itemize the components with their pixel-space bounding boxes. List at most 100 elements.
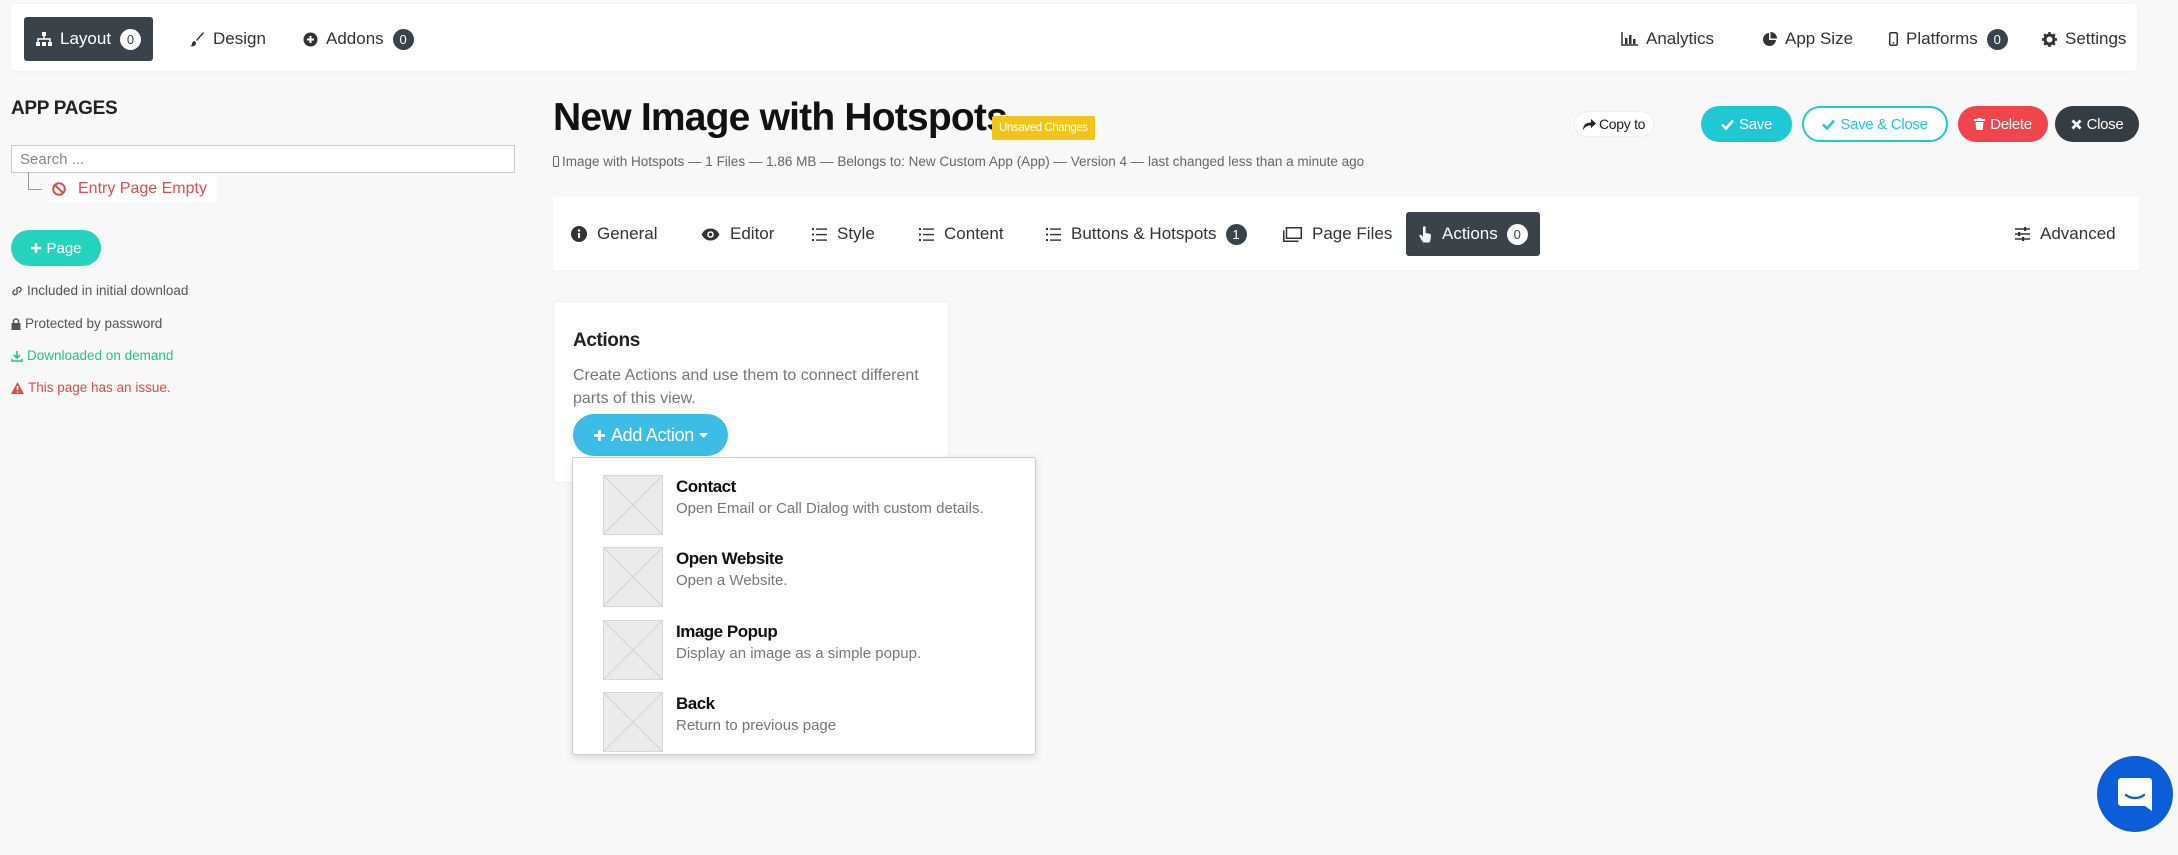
nav-settings-label: Settings: [2065, 29, 2127, 48]
close-button[interactable]: Close: [2055, 106, 2139, 142]
actions-count-badge: 0: [1506, 223, 1528, 245]
sitemap-icon: [36, 31, 52, 46]
download-icon: [11, 350, 23, 362]
tab-advanced-label: Advanced: [2040, 224, 2116, 243]
option-description: Open a Website.: [676, 572, 788, 589]
add-action-label: Add Action: [610, 424, 695, 445]
warning-icon: [11, 381, 24, 394]
tab-actions-label: Actions: [1442, 224, 1498, 243]
info-icon: [571, 226, 587, 242]
list-icon: [919, 227, 934, 241]
add-page-label: Page: [46, 239, 82, 257]
page-meta-info: Image with Hotspots — 1 Files — 1.86 MB …: [553, 154, 1364, 169]
tab-page-files[interactable]: Page Files: [1271, 212, 1404, 256]
app-pages-heading: APP PAGES: [11, 98, 118, 119]
action-option-back[interactable]: Back Return to previous page: [573, 683, 1035, 755]
gear-icon: [2042, 31, 2057, 47]
delete-button[interactable]: Delete: [1958, 106, 2048, 142]
save-and-close-button[interactable]: Save & Close: [1802, 106, 1948, 142]
trash-icon: [1974, 118, 1986, 130]
close-icon: [2071, 119, 2082, 129]
tab-content[interactable]: Content: [907, 212, 1016, 256]
save-label: Save: [1739, 115, 1772, 133]
page-tab-bar: General Editor Style Content Buttons & H…: [553, 197, 2139, 270]
tab-editor[interactable]: Editor: [689, 212, 786, 256]
nav-design[interactable]: Design: [178, 17, 278, 61]
nav-app-size-label: App Size: [1785, 29, 1854, 48]
actions-panel-description: Create Actions and use them to connect d…: [573, 367, 919, 407]
tab-style[interactable]: Style: [800, 212, 887, 256]
nav-addons-label: Addons: [326, 29, 384, 48]
tab-editor-label: Editor: [730, 224, 775, 243]
entry-page-item[interactable]: Entry Page Empty: [48, 176, 217, 202]
add-action-dropdown-button[interactable]: Add Action: [573, 414, 728, 456]
copy-to-button[interactable]: Copy to: [1574, 111, 1655, 137]
option-description: Return to previous page: [676, 717, 837, 734]
addons-count-badge: 0: [392, 28, 414, 50]
share-icon: [1583, 118, 1596, 130]
chat-icon: [2118, 778, 2152, 811]
save-and-close-label: Save & Close: [1840, 115, 1928, 133]
sliders-icon: [2015, 227, 2030, 241]
close-label: Close: [2086, 115, 2124, 133]
nav-analytics[interactable]: Analytics: [1609, 17, 1726, 61]
option-title: Open Website: [676, 549, 784, 568]
tab-general-label: General: [597, 224, 658, 243]
save-button[interactable]: Save: [1701, 106, 1792, 142]
legend-issue-text: This page has an issue.: [28, 380, 171, 395]
action-option-contact[interactable]: Contact Open Email or Call Dialog with c…: [573, 466, 1035, 538]
nav-layout[interactable]: Layout 0: [24, 17, 154, 61]
platforms-count-badge: 0: [1986, 28, 2008, 50]
mobile-icon: [553, 156, 559, 167]
plus-circle-icon: [303, 32, 318, 46]
tab-content-label: Content: [944, 224, 1004, 243]
tab-actions[interactable]: Actions 0: [1406, 212, 1540, 256]
tab-style-label: Style: [837, 224, 875, 243]
legend-downloaded-text: Downloaded on demand: [27, 348, 174, 363]
chat-support-button[interactable]: [2097, 756, 2173, 832]
option-title: Back: [676, 694, 715, 713]
top-navigation-bar: Layout 0 Design Addons 0 Analytics App S…: [11, 4, 2137, 71]
ban-icon: [52, 182, 66, 196]
legend-included-text: Included in initial download: [27, 283, 189, 298]
check-icon: [1822, 119, 1836, 130]
page-meta-text: Image with Hotspots — 1 Files — 1.86 MB …: [562, 154, 1365, 169]
tab-buttons-hotspots[interactable]: Buttons & Hotspots 1: [1034, 212, 1259, 256]
unsaved-changes-badge: Unsaved Changes: [992, 116, 1095, 140]
tab-buttons-label: Buttons & Hotspots: [1071, 224, 1217, 243]
nav-settings[interactable]: Settings: [2030, 17, 2138, 61]
placeholder-image-icon: [603, 692, 663, 752]
plus-icon: [31, 243, 42, 253]
tree-connector: [28, 172, 42, 190]
check-icon: [1721, 119, 1734, 130]
brush-icon: [190, 31, 204, 46]
mobile-icon: [1889, 32, 1898, 46]
placeholder-image-icon: [603, 620, 663, 680]
lock-icon: [11, 317, 21, 330]
layout-count-badge: 0: [120, 28, 142, 50]
link-icon: [12, 286, 22, 295]
page-search-input[interactable]: [11, 145, 515, 173]
plus-icon: [593, 429, 605, 441]
hand-pointer-icon: [1419, 225, 1432, 242]
add-page-button[interactable]: Page: [11, 230, 101, 266]
option-title: Image Popup: [676, 622, 778, 641]
option-description: Display an image as a simple popup.: [676, 645, 922, 662]
pie-chart-icon: [1763, 31, 1777, 46]
action-option-open-website[interactable]: Open Website Open a Website.: [573, 538, 1035, 610]
legend-protected: Protected by password: [11, 316, 162, 331]
option-title: Contact: [676, 477, 736, 496]
nav-app-size[interactable]: App Size: [1750, 17, 1865, 61]
list-icon: [1046, 227, 1061, 241]
nav-layout-label: Layout: [60, 29, 112, 48]
action-option-image-popup[interactable]: Image Popup Display an image as a simple…: [573, 611, 1035, 683]
actions-panel-title: Actions: [573, 330, 640, 351]
caret-down-icon: [699, 432, 709, 438]
list-icon: [812, 227, 827, 241]
nav-platforms[interactable]: Platforms 0: [1877, 17, 2020, 61]
tab-general[interactable]: General: [559, 212, 669, 256]
entry-page-label: Entry Page Empty: [78, 180, 207, 197]
nav-addons[interactable]: Addons 0: [291, 17, 426, 61]
tab-advanced[interactable]: Advanced: [2003, 212, 2128, 256]
nav-design-label: Design: [213, 29, 266, 48]
